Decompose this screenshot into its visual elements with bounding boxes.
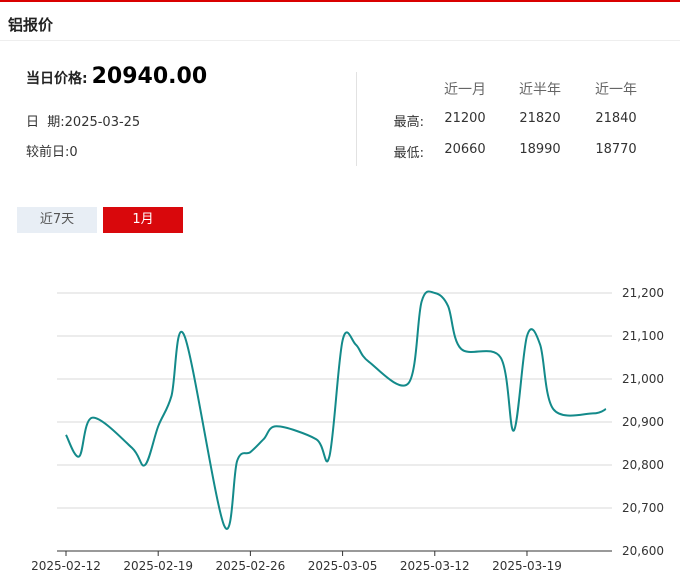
x-tick-label: 2025-03-12 [400, 559, 470, 573]
price-line-chart: 20,600 20,700 20,800 20,900 21,000 21,100 21,2… [31, 286, 664, 573]
price-series-line [65, 290, 607, 530]
y-tick-label: 20,600 [622, 544, 664, 558]
y-tick-label: 20,700 [622, 501, 664, 515]
y-tick-label: 21,200 [622, 286, 664, 300]
y-tick-label: 21,000 [622, 372, 664, 386]
y-tick-label: 20,800 [622, 458, 664, 472]
y-tick-label: 20,900 [622, 415, 664, 429]
y-tick-label: 21,100 [622, 329, 664, 343]
x-tick-label: 2025-02-26 [216, 559, 286, 573]
x-tick-label: 2025-03-05 [308, 559, 378, 573]
x-tick-label: 2025-02-12 [31, 559, 101, 573]
x-tick-label: 2025-03-19 [492, 559, 562, 573]
x-tick-label: 2025-02-19 [123, 559, 193, 573]
